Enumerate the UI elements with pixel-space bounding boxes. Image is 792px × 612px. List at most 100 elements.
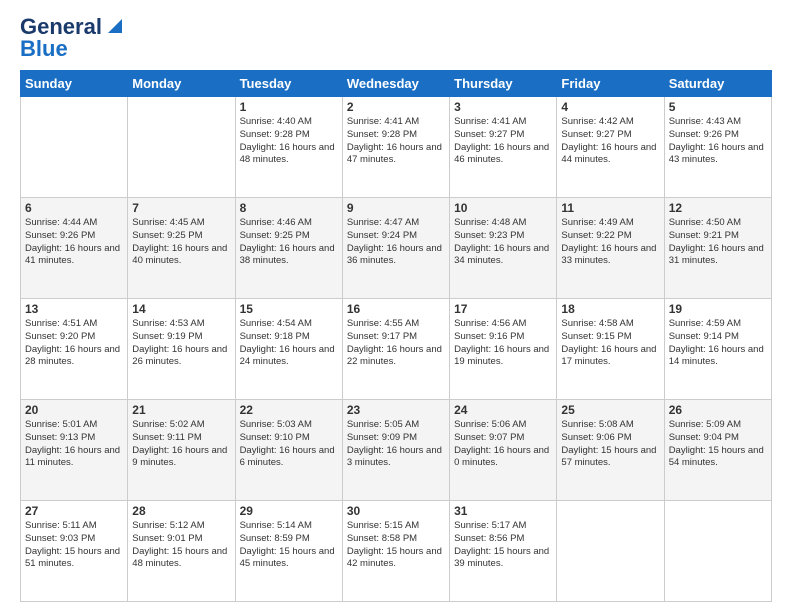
col-header-friday: Friday <box>557 71 664 97</box>
calendar-cell: 21 Sunrise: 5:02 AM Sunset: 9:11 PM Dayli… <box>128 400 235 501</box>
calendar-cell: 18Sunrise: 4:58 AM Sunset: 9:15 PM Dayli… <box>557 299 664 400</box>
calendar-body: 1Sunrise: 4:40 AM Sunset: 9:28 PM Daylig… <box>21 97 772 602</box>
cell-info: Sunrise: 4:54 AM Sunset: 9:18 PM Dayligh… <box>240 318 338 369</box>
day-number: 5 <box>669 100 767 114</box>
calendar-cell: 31 Sunrise: 5:17 AM Sunset: 8:56 PM Dayli… <box>450 501 557 602</box>
calendar-cell <box>664 501 771 602</box>
cell-info: Sunrise: 4:46 AM Sunset: 9:25 PM Dayligh… <box>240 217 338 268</box>
day-number: 21 <box>132 403 230 417</box>
day-number: 3 <box>454 100 552 114</box>
cell-info: Sunrise: 4:53 AM Sunset: 9:19 PM Dayligh… <box>132 318 230 369</box>
cell-info: Sunrise: 4:55 AM Sunset: 9:17 PM Dayligh… <box>347 318 445 369</box>
day-number: 23 <box>347 403 445 417</box>
day-number: 7 <box>132 201 230 215</box>
col-header-tuesday: Tuesday <box>235 71 342 97</box>
cell-info: Sunrise: 4:48 AM Sunset: 9:23 PM Dayligh… <box>454 217 552 268</box>
week-row-2: 6Sunrise: 4:44 AM Sunset: 9:26 PM Daylig… <box>21 198 772 299</box>
calendar-cell: 25 Sunrise: 5:08 AM Sunset: 9:06 PM Dayli… <box>557 400 664 501</box>
day-number: 27 <box>25 504 123 518</box>
day-number: 17 <box>454 302 552 316</box>
cell-info: Sunrise: 4:51 AM Sunset: 9:20 PM Dayligh… <box>25 318 123 369</box>
calendar-cell: 3 Sunrise: 4:41 AM Sunset: 9:27 PM Daylig… <box>450 97 557 198</box>
cell-info: Sunrise: 4:45 AM Sunset: 9:25 PM Dayligh… <box>132 217 230 268</box>
day-number: 4 <box>561 100 659 114</box>
cell-info: Sunrise: 5:11 AM Sunset: 9:03 PM Dayligh… <box>25 520 123 571</box>
day-number: 31 <box>454 504 552 518</box>
cell-info: Sunrise: 4:42 AM Sunset: 9:27 PM Dayligh… <box>561 116 659 167</box>
calendar-cell: 6Sunrise: 4:44 AM Sunset: 9:26 PM Daylig… <box>21 198 128 299</box>
header-row: SundayMondayTuesdayWednesdayThursdayFrid… <box>21 71 772 97</box>
col-header-thursday: Thursday <box>450 71 557 97</box>
calendar-cell: 16 Sunrise: 4:55 AM Sunset: 9:17 PM Dayli… <box>342 299 449 400</box>
day-number: 29 <box>240 504 338 518</box>
calendar-cell: 23 Sunrise: 5:05 AM Sunset: 9:09 PM Dayli… <box>342 400 449 501</box>
calendar-cell: 11Sunrise: 4:49 AM Sunset: 9:22 PM Dayli… <box>557 198 664 299</box>
cell-info: Sunrise: 4:41 AM Sunset: 9:27 PM Dayligh… <box>454 116 552 167</box>
cell-info: Sunrise: 4:50 AM Sunset: 9:21 PM Dayligh… <box>669 217 767 268</box>
page: General Blue SundayMondayTuesdayWednesda… <box>0 0 792 612</box>
cell-info: Sunrise: 5:05 AM Sunset: 9:09 PM Dayligh… <box>347 419 445 470</box>
day-number: 8 <box>240 201 338 215</box>
day-number: 20 <box>25 403 123 417</box>
calendar-cell: 1Sunrise: 4:40 AM Sunset: 9:28 PM Daylig… <box>235 97 342 198</box>
calendar-header: SundayMondayTuesdayWednesdayThursdayFrid… <box>21 71 772 97</box>
cell-info: Sunrise: 4:41 AM Sunset: 9:28 PM Dayligh… <box>347 116 445 167</box>
day-number: 25 <box>561 403 659 417</box>
cell-info: Sunrise: 5:15 AM Sunset: 8:58 PM Dayligh… <box>347 520 445 571</box>
calendar-cell: 5 Sunrise: 4:43 AM Sunset: 9:26 PM Daylig… <box>664 97 771 198</box>
calendar-cell <box>128 97 235 198</box>
cell-info: Sunrise: 5:17 AM Sunset: 8:56 PM Dayligh… <box>454 520 552 571</box>
col-header-saturday: Saturday <box>664 71 771 97</box>
logo-blue-text: Blue <box>20 36 68 61</box>
calendar-cell: 28Sunrise: 5:12 AM Sunset: 9:01 PM Dayli… <box>128 501 235 602</box>
cell-info: Sunrise: 4:56 AM Sunset: 9:16 PM Dayligh… <box>454 318 552 369</box>
cell-info: Sunrise: 5:03 AM Sunset: 9:10 PM Dayligh… <box>240 419 338 470</box>
day-number: 22 <box>240 403 338 417</box>
day-number: 13 <box>25 302 123 316</box>
calendar-cell: 10 Sunrise: 4:48 AM Sunset: 9:23 PM Dayli… <box>450 198 557 299</box>
logo-general: General <box>20 16 102 38</box>
col-header-sunday: Sunday <box>21 71 128 97</box>
cell-info: Sunrise: 5:02 AM Sunset: 9:11 PM Dayligh… <box>132 419 230 470</box>
day-number: 1 <box>240 100 338 114</box>
calendar-cell: 24 Sunrise: 5:06 AM Sunset: 9:07 PM Dayli… <box>450 400 557 501</box>
cell-info: Sunrise: 5:06 AM Sunset: 9:07 PM Dayligh… <box>454 419 552 470</box>
calendar-cell: 9Sunrise: 4:47 AM Sunset: 9:24 PM Daylig… <box>342 198 449 299</box>
calendar-cell: 20Sunrise: 5:01 AM Sunset: 9:13 PM Dayli… <box>21 400 128 501</box>
cell-info: Sunrise: 5:12 AM Sunset: 9:01 PM Dayligh… <box>132 520 230 571</box>
day-number: 24 <box>454 403 552 417</box>
logo-icon: General <box>20 16 126 38</box>
calendar-cell: 29 Sunrise: 5:14 AM Sunset: 8:59 PM Dayli… <box>235 501 342 602</box>
cell-info: Sunrise: 5:14 AM Sunset: 8:59 PM Dayligh… <box>240 520 338 571</box>
cell-info: Sunrise: 4:47 AM Sunset: 9:24 PM Dayligh… <box>347 217 445 268</box>
calendar-cell: 14 Sunrise: 4:53 AM Sunset: 9:19 PM Dayli… <box>128 299 235 400</box>
calendar-cell <box>21 97 128 198</box>
logo-triangle-icon <box>104 15 126 37</box>
day-number: 10 <box>454 201 552 215</box>
logo: General Blue <box>20 16 126 62</box>
week-row-4: 20Sunrise: 5:01 AM Sunset: 9:13 PM Dayli… <box>21 400 772 501</box>
day-number: 26 <box>669 403 767 417</box>
day-number: 30 <box>347 504 445 518</box>
calendar-cell: 13 Sunrise: 4:51 AM Sunset: 9:20 PM Dayli… <box>21 299 128 400</box>
day-number: 11 <box>561 201 659 215</box>
col-header-monday: Monday <box>128 71 235 97</box>
calendar-cell: 15 Sunrise: 4:54 AM Sunset: 9:18 PM Dayli… <box>235 299 342 400</box>
calendar-cell: 22 Sunrise: 5:03 AM Sunset: 9:10 PM Dayli… <box>235 400 342 501</box>
calendar-cell: 27 Sunrise: 5:11 AM Sunset: 9:03 PM Dayli… <box>21 501 128 602</box>
cell-info: Sunrise: 5:08 AM Sunset: 9:06 PM Dayligh… <box>561 419 659 470</box>
calendar-cell <box>557 501 664 602</box>
day-number: 12 <box>669 201 767 215</box>
calendar-cell: 4 Sunrise: 4:42 AM Sunset: 9:27 PM Daylig… <box>557 97 664 198</box>
cell-info: Sunrise: 4:59 AM Sunset: 9:14 PM Dayligh… <box>669 318 767 369</box>
calendar-cell: 7 Sunrise: 4:45 AM Sunset: 9:25 PM Daylig… <box>128 198 235 299</box>
day-number: 16 <box>347 302 445 316</box>
calendar-table: SundayMondayTuesdayWednesdayThursdayFrid… <box>20 70 772 602</box>
calendar-cell: 30 Sunrise: 5:15 AM Sunset: 8:58 PM Dayli… <box>342 501 449 602</box>
cell-info: Sunrise: 4:43 AM Sunset: 9:26 PM Dayligh… <box>669 116 767 167</box>
cell-info: Sunrise: 5:09 AM Sunset: 9:04 PM Dayligh… <box>669 419 767 470</box>
calendar-cell: 2Sunrise: 4:41 AM Sunset: 9:28 PM Daylig… <box>342 97 449 198</box>
calendar-cell: 19Sunrise: 4:59 AM Sunset: 9:14 PM Dayli… <box>664 299 771 400</box>
day-number: 14 <box>132 302 230 316</box>
day-number: 15 <box>240 302 338 316</box>
